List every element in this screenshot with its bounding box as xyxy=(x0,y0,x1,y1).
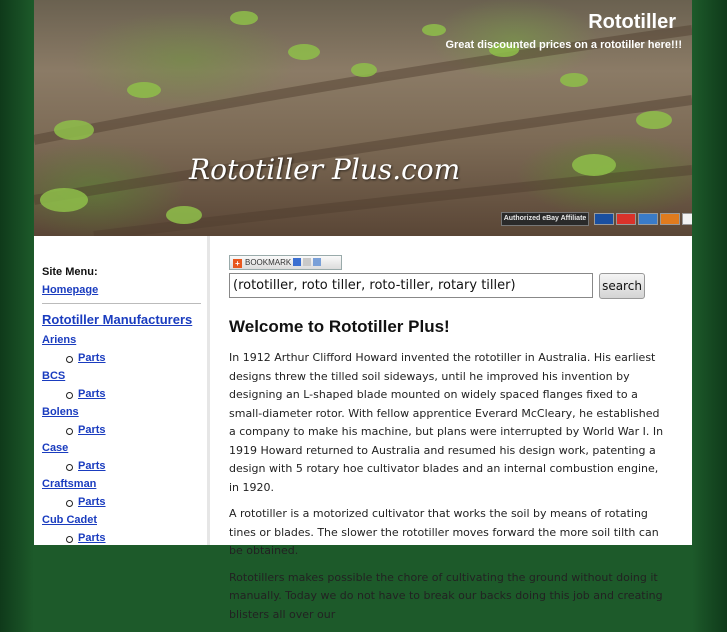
brand-link-case[interactable]: Case xyxy=(42,439,207,457)
discover-icon xyxy=(660,213,680,225)
paypal-icon xyxy=(682,213,692,225)
list-item: Parts xyxy=(66,385,207,403)
paragraph: A rototiller is a motorized cultivator t… xyxy=(229,507,659,557)
site-title: Rototiller xyxy=(588,11,676,33)
parts-link-craftsman[interactable]: Parts xyxy=(78,496,106,508)
manufacturers-link[interactable]: Rototiller Manufacturers xyxy=(42,312,207,327)
parts-link-cub-cadet[interactable]: Parts xyxy=(78,532,106,544)
page-heading: Welcome to Rototiller Plus! xyxy=(229,317,450,336)
brand-link-craftsman[interactable]: Craftsman xyxy=(42,475,207,493)
share-icon xyxy=(313,258,322,266)
search-input[interactable] xyxy=(229,273,593,298)
brand-link-ariens[interactable]: Ariens xyxy=(42,331,207,349)
homepage-link[interactable]: Homepage xyxy=(42,284,207,296)
article-body: In 1912 Arthur Clifford Howard invented … xyxy=(229,349,669,632)
paragraph: In 1912 Arthur Clifford Howard invented … xyxy=(229,351,664,494)
digg-icon xyxy=(303,258,312,266)
parts-link-bolens[interactable]: Parts xyxy=(78,424,106,436)
site-logo[interactable]: Rototiller Plus.com xyxy=(189,153,460,186)
brand-sublist: Parts xyxy=(42,385,207,403)
brand-sublist: Parts xyxy=(42,421,207,439)
list-item: Parts xyxy=(66,421,207,439)
sidebar: Site Menu: Homepage Rototiller Manufactu… xyxy=(34,236,210,545)
site-tagline: Great discounted prices on a rototiller … xyxy=(445,39,682,51)
payment-methods xyxy=(594,213,692,226)
paragraph: Rototillers makes possible the chore of … xyxy=(229,570,663,621)
brand-link-cub-cadet[interactable]: Cub Cadet xyxy=(42,511,207,529)
brand-sublist: Parts xyxy=(42,457,207,475)
ebay-affiliate-badge: Authorized eBay Affiliate xyxy=(501,212,589,226)
list-item: Parts xyxy=(66,529,207,547)
parts-link-bcs[interactable]: Parts xyxy=(78,388,106,400)
page-container: Rototiller Great discounted prices on a … xyxy=(34,0,692,621)
plus-icon: + xyxy=(233,259,242,268)
parts-link-ariens[interactable]: Parts xyxy=(78,352,106,364)
sidebar-divider xyxy=(42,303,201,304)
delicious-icon xyxy=(293,258,302,266)
amex-icon xyxy=(638,213,658,225)
sidebar-title: Site Menu: xyxy=(42,266,98,278)
list-item: Parts xyxy=(66,349,207,367)
brand-sublist: Parts xyxy=(42,529,207,547)
list-item: Parts xyxy=(66,457,207,475)
search-button[interactable]: search xyxy=(599,273,645,299)
main-content: +BOOKMARK search Welcome to Rototiller P… xyxy=(210,236,692,621)
brand-sublist: Parts xyxy=(42,493,207,511)
visa-icon xyxy=(594,213,614,225)
bookmark-label: BOOKMARK xyxy=(245,258,292,267)
brand-sublist: Parts xyxy=(42,349,207,367)
header-banner: Rototiller Great discounted prices on a … xyxy=(34,0,692,236)
parts-link-case[interactable]: Parts xyxy=(78,460,106,472)
list-item: Parts xyxy=(66,493,207,511)
brand-link-bcs[interactable]: BCS xyxy=(42,367,207,385)
brand-link-bolens[interactable]: Bolens xyxy=(42,403,207,421)
bookmark-button[interactable]: + BOOKMARK xyxy=(229,255,342,270)
mastercard-icon xyxy=(616,213,636,225)
crop-rows-image xyxy=(34,11,692,236)
